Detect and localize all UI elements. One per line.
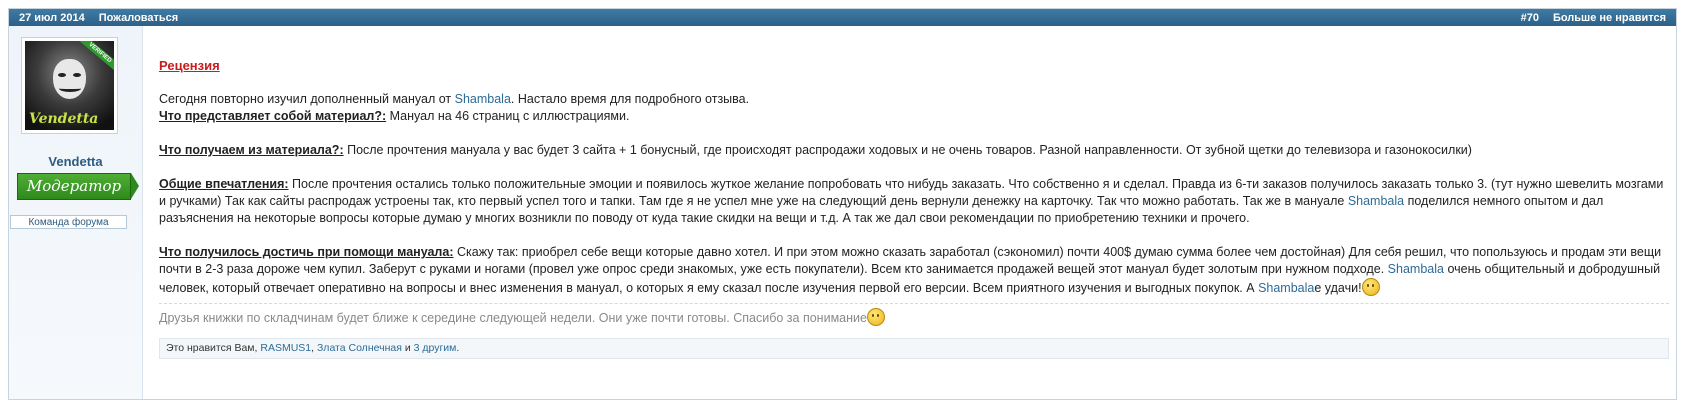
q2-paragraph: Что получаем из материала?: После прочте… [159,143,1472,157]
report-link[interactable]: Пожаловаться [99,12,179,24]
q4-paragraph: Что получилось достичь при помощи мануал… [159,245,1662,296]
mask-mustache [59,85,81,92]
forum-post: 27 июл 2014 Пожаловаться #70 Больше не н… [8,8,1677,400]
q3-label: Общие впечатления: [159,177,289,191]
like-user-rasmus[interactable]: RASMUS1 [260,342,311,354]
post-number-link[interactable]: #70 [1521,12,1539,24]
like-user-zlata[interactable]: Злата Солнечная [317,342,402,354]
username-link[interactable]: Vendetta [9,154,142,169]
q3-paragraph: Общие впечатления: После прочтения остал… [159,177,1664,225]
team-badge: Команда форума [10,215,127,229]
like-others-link[interactable]: 3 другим [414,342,457,354]
q1-label: Что представляет собой материал?: [159,109,387,123]
smiley-icon [1361,278,1380,296]
shambala-link[interactable]: Shambala [1388,262,1444,276]
avatar-brand-text: Vendetta [29,111,99,127]
review-heading: Рецензия [159,58,220,73]
mask-eye-left [58,73,66,77]
mask-face [53,59,86,99]
mask-eye-right [73,73,81,77]
signature-text: Друзья книжки по складчинам будет ближе … [159,308,1669,327]
post-date: 27 июл 2014 [19,11,85,24]
shambala-link[interactable]: Shambala [1348,194,1404,208]
signature-divider [159,303,1669,304]
q1-paragraph: Что представляет собой материал?: Мануал… [159,109,630,123]
post-content: Рецензия Сегодня повторно изучил дополне… [159,26,1669,359]
q2-label: Что получаем из материала?: [159,143,344,157]
unlike-link[interactable]: Больше не нравится [1553,12,1666,24]
smiley-icon [866,308,885,326]
moderator-banner: Модератор [17,173,139,200]
likes-summary: Это нравится Вам, RASMUS1, Злата Солнечн… [159,338,1669,359]
post-header-bar: 27 июл 2014 Пожаловаться #70 Больше не н… [9,9,1676,26]
shambala-link[interactable]: Shambala [1258,281,1314,295]
avatar-image: VERIFIED Vendetta [25,41,114,130]
intro-paragraph: Сегодня повторно изучил дополненный ману… [159,92,750,106]
avatar[interactable]: VERIFIED Vendetta [21,37,118,134]
q4-label: Что получилось достичь при помощи мануал… [159,245,454,259]
shambala-link[interactable]: Shambala [455,92,511,106]
author-sidebar: VERIFIED Vendetta Vendetta Модератор Ком… [9,26,143,399]
